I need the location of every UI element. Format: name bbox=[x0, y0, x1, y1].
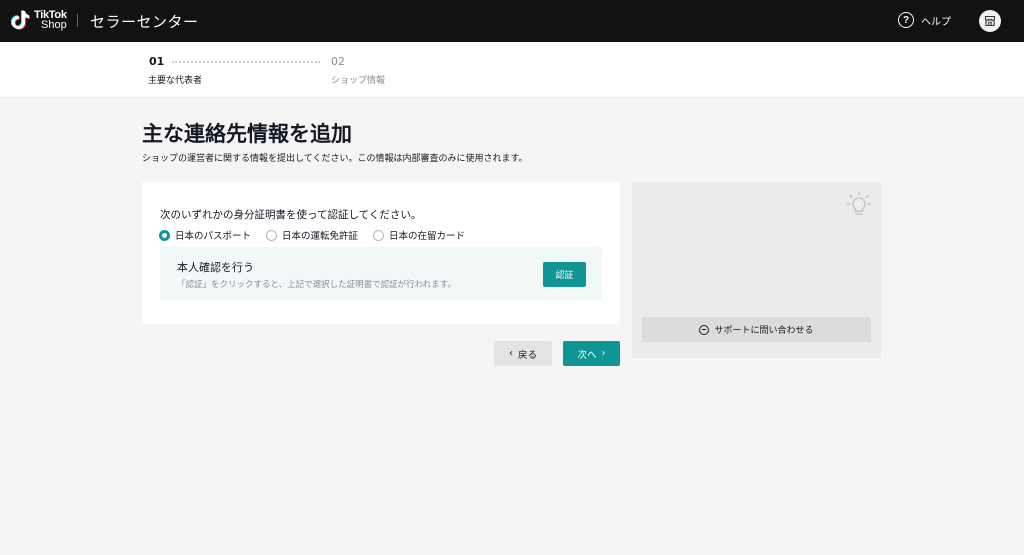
chevron-right-icon: › bbox=[601, 348, 606, 359]
step-2-label: ショップ情報 bbox=[331, 76, 386, 86]
header-divider bbox=[77, 14, 78, 27]
app-title: セラーセンター bbox=[90, 13, 199, 31]
step-1-number: 01 bbox=[149, 55, 165, 68]
identity-verification-box: 本人確認を行う 「認証」をクリックすると、上記で選択した証明書で認証が行われます… bbox=[160, 247, 602, 300]
back-button[interactable]: ‹ 戻る bbox=[494, 341, 552, 366]
page-title: 主な連絡先情報を追加 bbox=[142, 122, 352, 146]
radio-passport[interactable]: 日本のパスポート bbox=[159, 228, 251, 242]
radio-unchecked-icon[interactable] bbox=[373, 229, 385, 241]
progress-stepper: 01 02 主要な代表者 ショップ情報 bbox=[0, 42, 1024, 98]
help-label: ヘルプ bbox=[921, 16, 951, 28]
radio-checked-icon[interactable] bbox=[159, 229, 170, 241]
radio-label-passport[interactable]: 日本のパスポート bbox=[175, 228, 251, 242]
back-label: 戻る bbox=[517, 349, 537, 361]
radio-label-residence-card[interactable]: 日本の在留カード bbox=[389, 228, 465, 242]
next-button[interactable]: 次へ › bbox=[563, 341, 620, 366]
help-link[interactable]: ? ヘルプ bbox=[898, 12, 951, 28]
step-2-number: 02 bbox=[331, 55, 345, 68]
radio-drivers-license[interactable]: 日本の運転免許証 bbox=[266, 228, 358, 242]
help-side-panel: サポートに問い合わせる bbox=[632, 182, 881, 358]
top-bar: TikTok Shop セラーセンター ? ヘルプ bbox=[0, 0, 1024, 42]
help-question-icon: ? bbox=[898, 12, 914, 28]
store-button[interactable] bbox=[979, 10, 1001, 32]
next-label: 次へ bbox=[577, 349, 597, 361]
lightbulb-icon bbox=[846, 191, 872, 215]
chat-bubble-icon bbox=[699, 324, 710, 335]
verify-title: 本人確認を行う bbox=[177, 261, 254, 274]
radio-label-drivers-license[interactable]: 日本の運転免許証 bbox=[282, 228, 358, 242]
store-icon bbox=[984, 15, 996, 27]
tiktok-logo-icon bbox=[11, 10, 31, 30]
radio-unchecked-icon[interactable] bbox=[266, 229, 278, 241]
identity-document-card: 次のいずれかの身分証明書を使って認証してください。 日本のパスポート 日本の運転… bbox=[142, 182, 620, 324]
contact-support-label: サポートに問い合わせる bbox=[714, 325, 814, 335]
contact-support-button[interactable]: サポートに問い合わせる bbox=[642, 317, 871, 342]
document-question: 次のいずれかの身分証明書を使って認証してください。 bbox=[160, 209, 422, 221]
document-type-radio-group: 日本のパスポート 日本の運転免許証 日本の在留カード bbox=[159, 228, 480, 242]
tiktok-shop-logo[interactable]: TikTok Shop bbox=[11, 9, 67, 31]
step-1-label: 主要な代表者 bbox=[148, 76, 203, 86]
step-connector bbox=[172, 61, 320, 63]
chevron-left-icon: ‹ bbox=[508, 348, 513, 359]
verify-button[interactable]: 認証 bbox=[543, 262, 586, 287]
page-description: ショップの運営者に関する情報を提出してください。この情報は内部審査のみに使用され… bbox=[142, 154, 528, 164]
verify-description: 「認証」をクリックすると、上記で選択した証明書で認証が行われます。 bbox=[177, 280, 456, 290]
logo-text-shop: Shop bbox=[41, 19, 67, 31]
radio-residence-card[interactable]: 日本の在留カード bbox=[373, 228, 465, 242]
